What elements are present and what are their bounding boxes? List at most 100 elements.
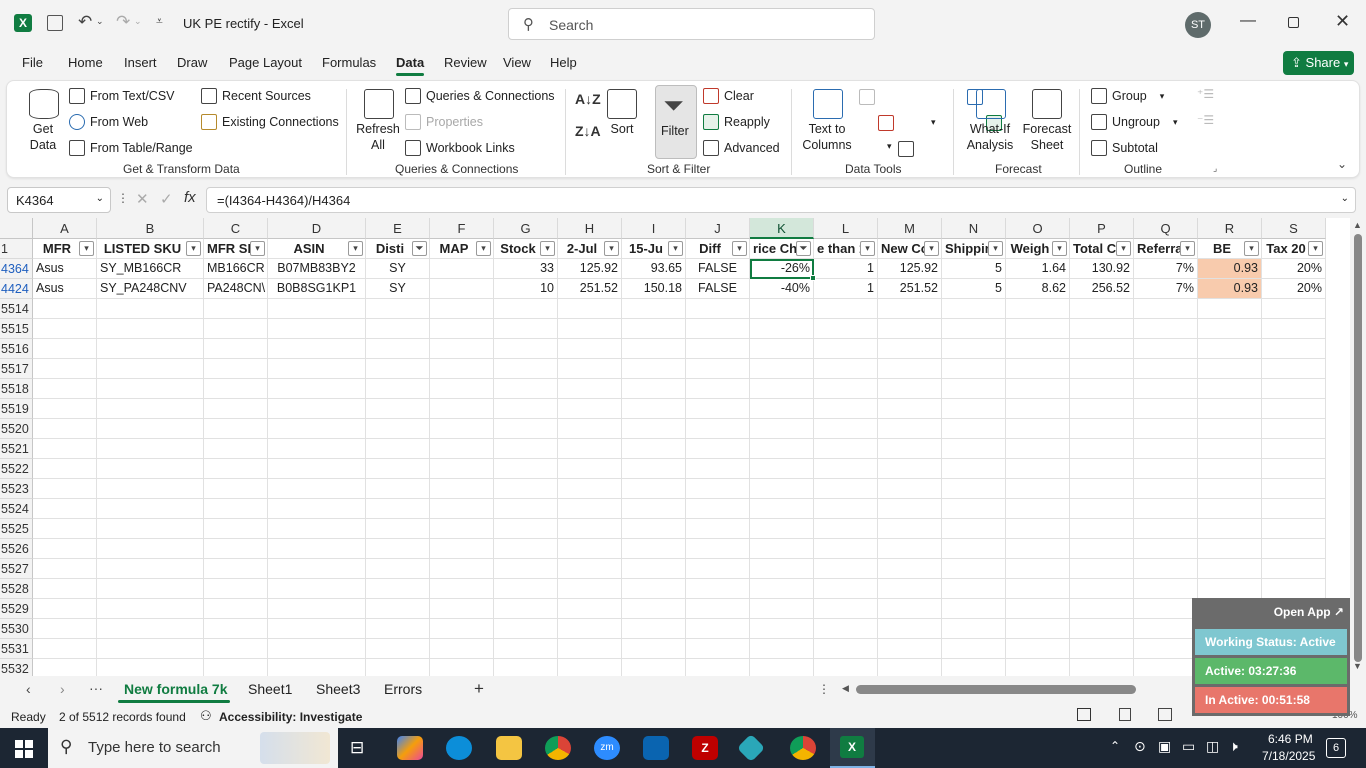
reapply-button[interactable]: Reapply	[703, 114, 770, 130]
row-header[interactable]: 5514	[0, 299, 33, 319]
fill-handle[interactable]	[810, 275, 816, 281]
cell-a-4424[interactable]: Asus	[33, 279, 97, 299]
cell-j-4424[interactable]: FALSE	[686, 279, 750, 299]
empty-cell[interactable]	[686, 359, 750, 379]
cell-c-4424[interactable]: PA248CN\	[204, 279, 268, 299]
header-cell-h[interactable]: 2-Jul ▾	[558, 239, 622, 259]
empty-cell[interactable]	[1262, 319, 1326, 339]
queries-connections-button[interactable]: Queries & Connections	[405, 88, 555, 104]
expand-formula-bar-icon[interactable]: ⌄	[1341, 193, 1349, 204]
empty-cell[interactable]	[942, 359, 1006, 379]
header-cell-c[interactable]: MFR SK ▾	[204, 239, 268, 259]
empty-cell[interactable]	[878, 419, 942, 439]
empty-cell[interactable]	[268, 519, 366, 539]
empty-cell[interactable]	[97, 519, 204, 539]
row-header[interactable]: 5517	[0, 359, 33, 379]
empty-cell[interactable]	[268, 379, 366, 399]
chrome-profile-icon[interactable]	[790, 736, 816, 760]
empty-cell[interactable]	[33, 319, 97, 339]
minimize-button[interactable]: —	[1240, 12, 1256, 30]
column-header-b[interactable]: B	[97, 218, 204, 239]
empty-cell[interactable]	[1070, 439, 1134, 459]
cell-f-4424[interactable]	[430, 279, 494, 299]
filter-dropdown-icon[interactable]: ▾	[924, 241, 939, 256]
cell-o-4364[interactable]: 1.64	[1006, 259, 1070, 279]
notification-count[interactable]: 6	[1326, 738, 1346, 758]
empty-cell[interactable]	[33, 459, 97, 479]
filter-dropdown-icon[interactable]: ▾	[1308, 241, 1323, 256]
tab-review[interactable]: Review	[444, 55, 487, 70]
from-web-button[interactable]: From Web	[69, 114, 148, 130]
empty-cell[interactable]	[814, 599, 878, 619]
empty-cell[interactable]	[558, 479, 622, 499]
empty-cell[interactable]	[1006, 499, 1070, 519]
empty-cell[interactable]	[750, 399, 814, 419]
empty-cell[interactable]	[622, 439, 686, 459]
empty-cell[interactable]	[494, 359, 558, 379]
empty-cell[interactable]	[268, 599, 366, 619]
empty-cell[interactable]	[33, 599, 97, 619]
empty-cell[interactable]	[558, 379, 622, 399]
empty-cell[interactable]	[750, 539, 814, 559]
cell-k-4424[interactable]: -40%	[750, 279, 814, 299]
cell-d-4424[interactable]: B0B8SG1KP1	[268, 279, 366, 299]
cell-r-4364[interactable]: 0.93	[1198, 259, 1262, 279]
empty-cell[interactable]	[494, 539, 558, 559]
sort-descending-icon[interactable]: Z↓A	[575, 123, 601, 139]
empty-cell[interactable]	[750, 559, 814, 579]
empty-cell[interactable]	[366, 319, 430, 339]
empty-cell[interactable]	[33, 399, 97, 419]
empty-cell[interactable]	[1262, 299, 1326, 319]
empty-cell[interactable]	[942, 579, 1006, 599]
empty-cell[interactable]	[622, 339, 686, 359]
empty-cell[interactable]	[1134, 459, 1198, 479]
subtotal-button[interactable]: Subtotal	[1091, 140, 1158, 156]
column-header-c[interactable]: C	[204, 218, 268, 239]
empty-cell[interactable]	[97, 559, 204, 579]
empty-cell[interactable]	[366, 519, 430, 539]
empty-cell[interactable]	[558, 299, 622, 319]
empty-cell[interactable]	[1134, 619, 1198, 639]
file-explorer-icon[interactable]	[496, 736, 522, 760]
filezilla-icon[interactable]: Z	[692, 736, 718, 760]
sheet-tab-sheet3[interactable]: Sheet3	[316, 681, 360, 697]
empty-cell[interactable]	[622, 359, 686, 379]
empty-cell[interactable]	[750, 379, 814, 399]
cell-i-4424[interactable]: 150.18	[622, 279, 686, 299]
cell-h-4364[interactable]: 125.92	[558, 259, 622, 279]
empty-cell[interactable]	[97, 639, 204, 659]
cell-j-4364[interactable]: FALSE	[686, 259, 750, 279]
empty-cell[interactable]	[686, 319, 750, 339]
empty-cell[interactable]	[878, 479, 942, 499]
row-header[interactable]: 1	[0, 239, 33, 259]
header-cell-d[interactable]: ASIN ▾	[268, 239, 366, 259]
row-header[interactable]: 5531	[0, 639, 33, 659]
empty-cell[interactable]	[814, 419, 878, 439]
empty-cell[interactable]	[1262, 439, 1326, 459]
row-header[interactable]: 5530	[0, 619, 33, 639]
cell-f-4364[interactable]	[430, 259, 494, 279]
empty-cell[interactable]	[430, 439, 494, 459]
empty-cell[interactable]	[622, 499, 686, 519]
empty-cell[interactable]	[268, 299, 366, 319]
empty-cell[interactable]	[622, 599, 686, 619]
header-cell-b[interactable]: LISTED SKU ▾	[97, 239, 204, 259]
empty-cell[interactable]	[558, 359, 622, 379]
column-header-r[interactable]: R	[1198, 218, 1262, 239]
undo-dropdown-icon[interactable]: ⌄	[96, 16, 104, 27]
column-header-d[interactable]: D	[268, 218, 366, 239]
empty-cell[interactable]	[622, 539, 686, 559]
empty-cell[interactable]	[942, 319, 1006, 339]
cell-m-4364[interactable]: 125.92	[878, 259, 942, 279]
empty-cell[interactable]	[366, 339, 430, 359]
column-header-s[interactable]: S	[1262, 218, 1326, 239]
column-header-q[interactable]: Q	[1134, 218, 1198, 239]
empty-cell[interactable]	[204, 339, 268, 359]
row-header[interactable]: 5524	[0, 499, 33, 519]
empty-cell[interactable]	[1006, 359, 1070, 379]
empty-cell[interactable]	[204, 519, 268, 539]
empty-cell[interactable]	[1262, 459, 1326, 479]
formula-bar-options-icon[interactable]: ⋮	[117, 191, 129, 205]
empty-cell[interactable]	[558, 439, 622, 459]
open-app-link[interactable]: Open App ↗	[1274, 605, 1344, 619]
